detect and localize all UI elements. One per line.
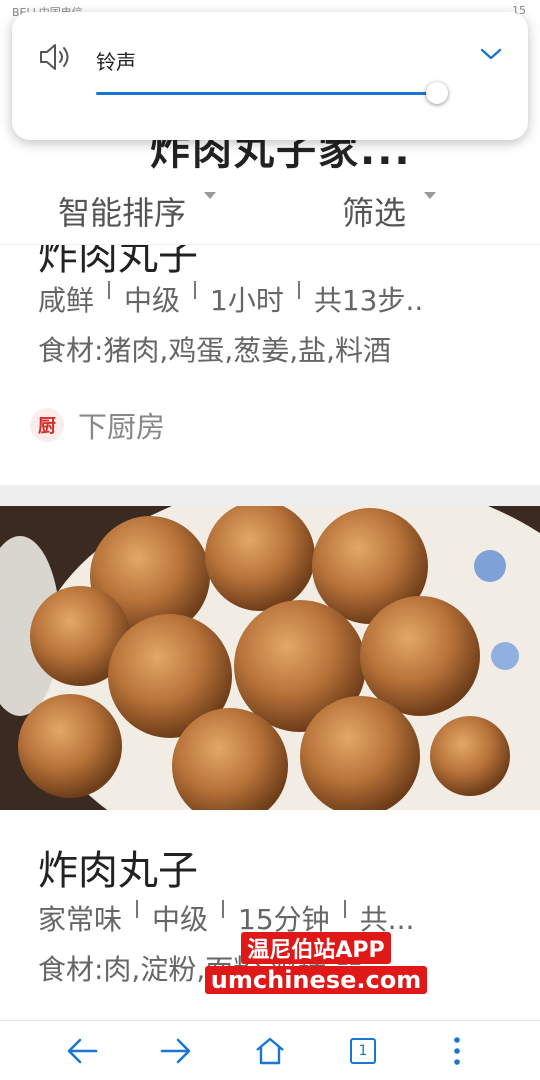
caret-down-icon [204, 192, 217, 199]
home-button[interactable] [250, 1033, 290, 1069]
home-icon [256, 1037, 284, 1065]
more-menu-button[interactable] [437, 1033, 477, 1069]
volume-slider-track[interactable] [96, 92, 438, 95]
recipe-title[interactable]: 炸肉丸子 [38, 838, 198, 896]
recipe-flavor: 咸鲜 [38, 284, 95, 317]
forward-arrow-icon [160, 1038, 191, 1064]
recipe-time: 1小时 [210, 284, 284, 317]
back-button[interactable] [62, 1033, 102, 1069]
recipe-photo[interactable] [0, 506, 540, 810]
recipe-steps: 共13步.. [313, 284, 424, 317]
watermark-line1: 温尼伯站APP [241, 932, 391, 964]
filter-label: 筛选 [342, 194, 407, 232]
recipe-source[interactable]: 厨 下厨房 [30, 405, 165, 445]
xiachufang-logo: 厨 [30, 408, 64, 442]
expand-volume-button[interactable] [480, 46, 502, 65]
watermark: 温尼伯站APP umchinese.com [196, 932, 436, 994]
card-divider [0, 485, 540, 506]
chevron-down-icon [480, 48, 502, 60]
recipe-flavor: 家常味 [38, 903, 123, 936]
caret-down-icon [424, 192, 437, 199]
recipe-title: 炸肉丸子 [38, 245, 198, 279]
volume-slider-thumb[interactable] [426, 82, 448, 104]
recipe-ingredients: 食材:猪肉,鸡蛋,葱姜,盐,料酒 [38, 334, 392, 367]
fried-meatballs-image [0, 506, 540, 810]
speaker-button[interactable] [38, 42, 72, 76]
tabs-button[interactable]: 1 [343, 1033, 383, 1069]
browser-bottom-nav: 1 [0, 1020, 540, 1080]
tab-count: 1 [358, 1043, 368, 1059]
watermark-line2: umchinese.com [204, 966, 428, 994]
recipe-difficulty: 中级 [124, 284, 181, 317]
tabs-icon: 1 [350, 1038, 376, 1064]
recipe-meta: 咸鲜 中级 1小时 共13步.. [38, 279, 423, 319]
more-menu-icon [454, 1037, 460, 1065]
recipe-card[interactable]: 炸肉丸子 咸鲜 中级 1小时 共13步.. 食材:猪肉,鸡蛋,葱姜,盐,料酒 厨 下厨… [0, 245, 540, 485]
source-name: 下厨房 [78, 410, 166, 444]
forward-button[interactable] [156, 1033, 196, 1069]
filter-dropdown[interactable]: 筛选 [342, 188, 437, 234]
back-arrow-icon [67, 1038, 98, 1064]
volume-label: 铃声 [96, 50, 136, 74]
volume-panel: 铃声 [12, 12, 528, 140]
smart-sort-label: 智能排序 [58, 194, 187, 232]
smart-sort-dropdown[interactable]: 智能排序 [58, 188, 217, 234]
sort-bar: 智能排序 筛选 [0, 170, 540, 245]
speaker-icon [40, 44, 69, 70]
